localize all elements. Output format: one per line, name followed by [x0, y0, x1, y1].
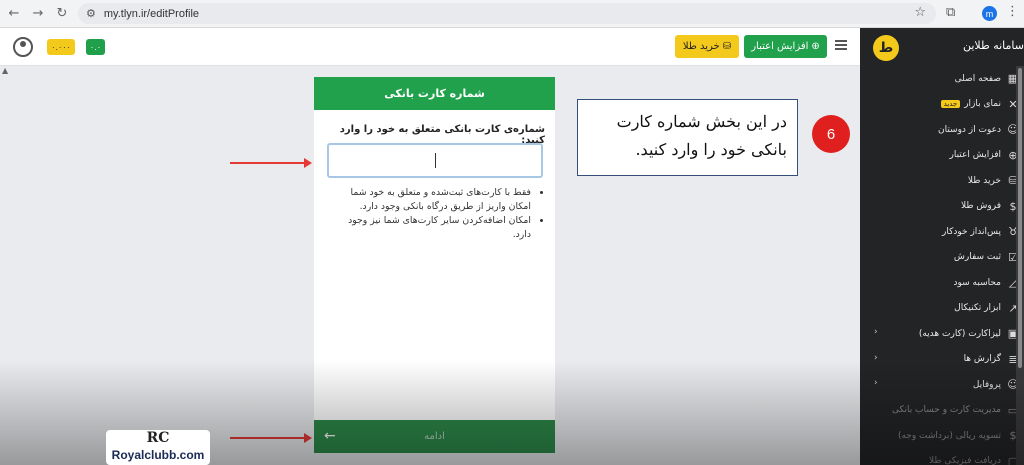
sidebar-item[interactable]: ☺ پروفایل ‹: [860, 372, 1024, 397]
new-badge: جدید: [940, 100, 961, 108]
sidebar-item-label: نمای بازار: [964, 99, 1001, 109]
coins-icon: ⛁: [722, 41, 732, 52]
sidebar-item-label: پس‌انداز خودکار: [941, 226, 1001, 237]
sidebar-item-label: فروش طلا: [961, 201, 1001, 211]
watermark: RC Royalclubb.com: [106, 430, 210, 465]
sidebar-title: سامانه طلاین: [962, 39, 1024, 52]
sidebar-item-label: صفحه اصلی: [954, 73, 1001, 84]
address-bar[interactable]: ⚙ my.tlyn.ir/editProfile ☆: [78, 3, 936, 24]
sidebar-item[interactable]: ☺ دعوت از دوستان: [860, 117, 1024, 142]
note-item: فقط با کارت‌های ثبت‌شده و متعلق به خود ش…: [328, 186, 531, 214]
notes-list: فقط با کارت‌های ثبت‌شده و متعلق به خود ش…: [328, 186, 543, 242]
gold-balance-badge[interactable]: ۰.۰۰۰: [47, 39, 75, 55]
increase-credit-button[interactable]: ⊕ افزایش اعتبار: [744, 35, 827, 58]
menu-toggle-icon[interactable]: [835, 40, 847, 50]
user-account-icon[interactable]: [13, 37, 33, 57]
sidebar-item-label: ثبت سفارش: [953, 252, 1001, 262]
url-text: my.tlyn.ir/editProfile: [103, 7, 200, 20]
instruction-callout: در این بخش شماره کارت بانکی خود را وارد …: [577, 99, 798, 176]
plus-circle-icon: ⊕: [811, 41, 820, 52]
sidebar-scroll-thumb[interactable]: [1018, 68, 1022, 368]
sidebar-header: ط سامانه طلاین: [860, 28, 1024, 65]
sidebar-item[interactable]: $ تسویه ریالی (برداشت وجه): [860, 423, 1024, 448]
profile-avatar[interactable]: m: [982, 6, 997, 21]
bank-card-form: شماره‌ی کارت بانکی متعلق به خود را وارد …: [314, 110, 555, 420]
scroll-up-icon[interactable]: ▲: [2, 66, 8, 75]
step-number-badge: 6: [812, 115, 850, 153]
sidebar-item[interactable]: ↗ ابزار تکنیکال: [860, 296, 1024, 321]
continue-label: ادامه: [424, 431, 445, 442]
kebab-icon[interactable]: ⋮: [1006, 4, 1019, 19]
buy-gold-label: خرید طلا: [682, 41, 720, 52]
card-number-input[interactable]: [327, 143, 543, 178]
sidebar-item[interactable]: ♉ پس‌انداز خودکار: [860, 219, 1024, 244]
sidebar-item-label: ابزار تکنیکال: [954, 303, 1001, 313]
credit-balance-badge[interactable]: ۰.۰: [86, 39, 105, 55]
sidebar-item[interactable]: ▦ صفحه اصلی: [860, 66, 1024, 91]
sidebar-item-label: مدیریت کارت و حساب بانکی: [891, 405, 1001, 415]
sidebar-item-label: دعوت از دوستان: [937, 124, 1001, 135]
sidebar-item-label: تسویه ریالی (برداشت وجه): [897, 430, 1001, 441]
extensions-icon[interactable]: ⧉: [946, 5, 955, 20]
arrow-left-icon: ←: [324, 428, 336, 444]
sidebar-item-label: دریافت فیزیکی طلا: [929, 456, 1001, 465]
sidebar-item[interactable]: ☑ ثبت سفارش: [860, 245, 1024, 270]
card-title: شماره کارت بانکی: [314, 77, 555, 110]
forward-icon[interactable]: →: [28, 4, 48, 24]
reload-icon[interactable]: ↻: [52, 4, 72, 24]
star-icon[interactable]: ☆: [914, 5, 926, 20]
tune-icon[interactable]: ⚙: [86, 7, 96, 20]
sidebar-item[interactable]: ◿ محاسبه سود: [860, 270, 1024, 295]
sidebar-item-label: محاسبه سود: [953, 277, 1001, 288]
sidebar-item-label: افزایش اعتبار: [949, 150, 1002, 160]
back-icon[interactable]: ←: [4, 4, 24, 24]
sidebar-item-label: پروفایل: [972, 379, 1001, 390]
sidebar-item[interactable]: ▣ لیزاکارت (کارت هدیه) ‹: [860, 321, 1024, 346]
increase-credit-label: افزایش اعتبار: [751, 41, 809, 52]
pointer-arrow: [230, 158, 312, 168]
sidebar-item[interactable]: ⊕ افزایش اعتبار: [860, 143, 1024, 168]
chevron-left-icon[interactable]: ‹: [874, 378, 878, 388]
continue-button[interactable]: ← ادامه: [314, 420, 555, 453]
sidebar-item[interactable]: $ فروش طلا: [860, 194, 1024, 219]
sidebar-item[interactable]: ⛁ خرید طلا: [860, 168, 1024, 193]
sidebar-item-label: خرید طلا: [967, 175, 1001, 186]
sidebar-item[interactable]: ≣ گزارش ها ‹: [860, 347, 1024, 372]
browser-toolbar: ← → ↻ ⚙ my.tlyn.ir/editProfile ☆ ⧉ m ⋮: [0, 0, 1024, 28]
sidebar-item-label: گزارش ها: [963, 354, 1001, 364]
buy-gold-button[interactable]: ⛁ خرید طلا: [675, 35, 739, 58]
app-header: ۰.۰۰۰ ۰.۰ ⛁ خرید طلا ⊕ افزایش اعتبار: [0, 28, 860, 66]
chevron-left-icon[interactable]: ‹: [874, 353, 878, 363]
sidebar-item-label: لیزاکارت (کارت هدیه): [918, 328, 1001, 339]
pointer-arrow: [230, 433, 312, 443]
sidebar-item[interactable]: ▭ مدیریت کارت و حساب بانکی: [860, 398, 1024, 423]
watermark-logo: RC: [146, 430, 170, 446]
note-item: امکان اضافه‌کردن سایر کارت‌های شما نیز و…: [328, 214, 531, 242]
chevron-left-icon[interactable]: ‹: [874, 327, 878, 337]
text-caret: [435, 153, 436, 168]
watermark-site: Royalclubb.com: [111, 448, 205, 462]
sidebar-item[interactable]: ▢ دریافت فیزیکی طلا: [860, 449, 1024, 465]
brand-logo: ط: [873, 35, 899, 61]
sidebar: ط سامانه طلاین ▦ صفحه اصلی ✕ نمای بازار جدید…: [860, 28, 1024, 465]
sidebar-item[interactable]: ✕ نمای بازار جدید: [860, 92, 1024, 117]
